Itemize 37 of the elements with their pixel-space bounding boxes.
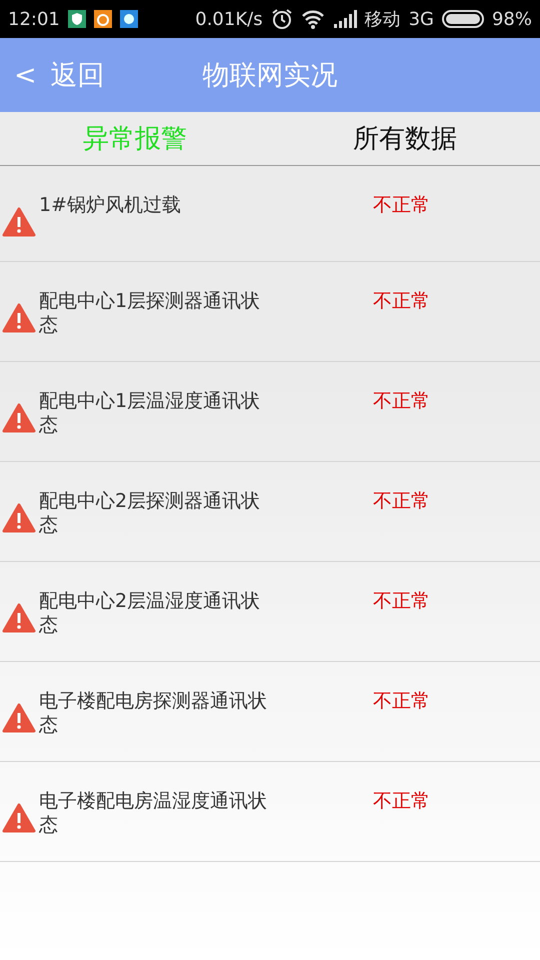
battery-icon [442, 10, 484, 28]
shield-icon [68, 10, 86, 28]
signal-icon [332, 10, 357, 28]
alarm-status: 不正常 [373, 589, 430, 614]
warning-icon [2, 303, 36, 333]
alarm-name: 电子楼配电房温湿度通讯状态 [39, 789, 268, 837]
alarm-name: 配电中心2层温湿度通讯状态 [39, 589, 262, 637]
alarm-status: 不正常 [373, 289, 430, 314]
page-title: 物联网实况 [202, 60, 338, 91]
alarm-name: 配电中心1层温湿度通讯状态 [39, 389, 262, 437]
alarm-name: 配电中心1层探测器通讯状态 [39, 289, 262, 337]
warning-icon [2, 803, 36, 833]
alarm-status: 不正常 [373, 193, 430, 218]
battery-percent: 98% [492, 8, 532, 30]
warning-icon [2, 207, 36, 237]
warning-icon [2, 503, 36, 533]
alarm-status: 不正常 [373, 489, 430, 514]
back-button[interactable]: < 返回 [0, 56, 111, 94]
alarm-status: 不正常 [373, 389, 430, 414]
alarm-status: 不正常 [373, 789, 430, 814]
wifi-icon [300, 9, 325, 29]
warning-icon [2, 603, 36, 633]
carrier-name: 移动 [364, 8, 401, 31]
network-speed: 0.01K/s [195, 8, 263, 30]
tab[interactable]: 所有数据 [270, 112, 540, 165]
warning-icon [2, 703, 36, 733]
tab[interactable]: 异常报警 [0, 112, 270, 165]
alarm-name: 配电中心2层探测器通讯状态 [39, 489, 262, 537]
warning-icon [2, 403, 36, 433]
alarm-status: 不正常 [373, 689, 430, 714]
app-icon [120, 10, 138, 28]
app-icon [94, 10, 112, 28]
alarm-name: 1#锅炉风机过载 [39, 193, 182, 218]
clock-time: 12:01 [8, 8, 60, 30]
alarm-name: 电子楼配电房探测器通讯状态 [39, 689, 268, 737]
alarm-clock-icon [270, 8, 293, 30]
network-type: 3G [408, 8, 434, 30]
